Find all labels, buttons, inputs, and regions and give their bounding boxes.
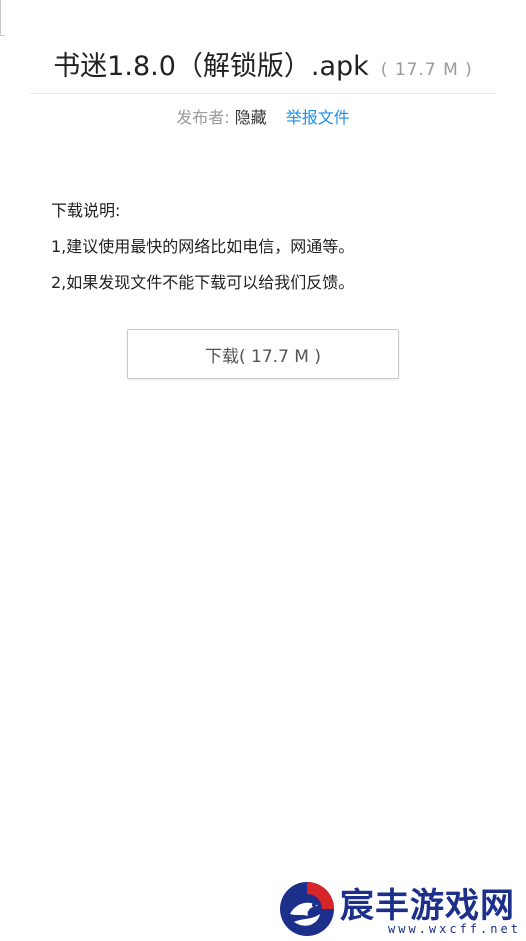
watermark: 宸丰游戏网 www.wxcff.net (276, 878, 526, 941)
watermark-url: www.wxcff.net (388, 922, 521, 936)
file-size: ( 17.7 M ) (380, 60, 473, 80)
watermark-name: 宸丰游戏网 (340, 886, 515, 926)
file-header: 书迷1.8.0（解锁版）.apk ( 17.7 M ) (0, 44, 526, 83)
download-button[interactable]: 下载( 17.7 M ) (127, 329, 399, 379)
notes-heading: 下载说明: (51, 201, 121, 220)
file-title: 书迷1.8.0（解锁版）.apk (53, 51, 369, 82)
notes-line: 2,如果发现文件不能下载可以给我们反馈。 (51, 273, 355, 292)
publisher-value: 隐藏 (234, 108, 267, 127)
publisher-label: 发布者: (176, 108, 230, 127)
window-edge (0, 0, 5, 36)
download-notes: 下载说明: 1,建议使用最快的网络比如电信，网通等。 2,如果发现文件不能下载可… (51, 198, 491, 306)
publisher-row: 发布者: 隐藏 举报文件 (0, 104, 526, 128)
notes-line: 1,建议使用最快的网络比如电信，网通等。 (51, 237, 355, 256)
dragon-logo-icon (280, 882, 334, 936)
header-divider (30, 93, 496, 94)
report-file-link[interactable]: 举报文件 (286, 108, 350, 127)
